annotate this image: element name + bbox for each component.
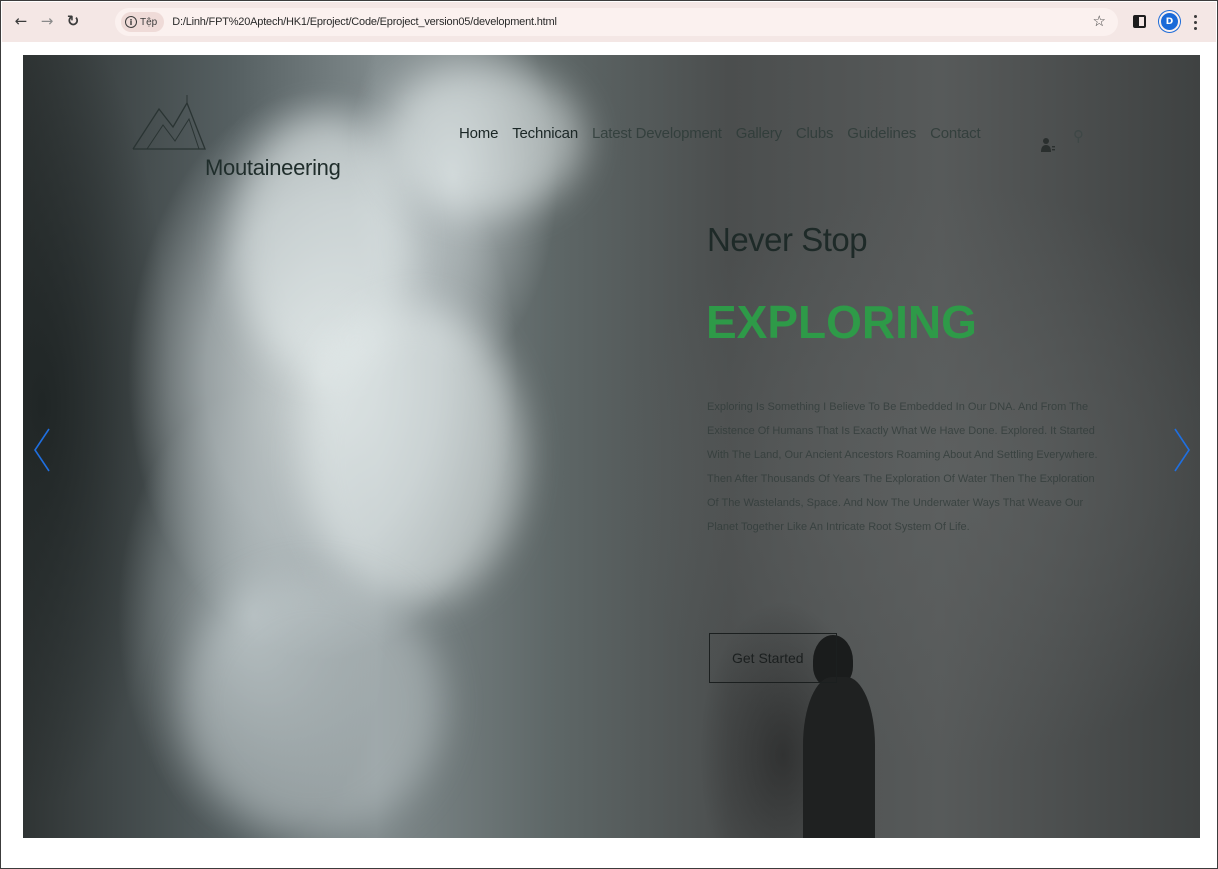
site-info-label: Tệp: [140, 16, 158, 28]
profile-avatar[interactable]: D: [1159, 11, 1180, 32]
slider-next-chevron-icon[interactable]: [1171, 427, 1193, 473]
get-started-button[interactable]: Get Started: [709, 633, 837, 683]
profile-initial: D: [1165, 16, 1174, 27]
browser-toolbar: ← → ↻ i Tệp D:/Linh/FPT%20Aptech/HK1/Epr…: [2, 2, 1216, 42]
search-icon[interactable]: ⚲: [1073, 127, 1084, 145]
nav-item-guidelines[interactable]: Guidelines: [847, 125, 916, 142]
forward-arrow-icon[interactable]: →: [36, 10, 58, 32]
mountain-logo-icon[interactable]: [129, 95, 209, 153]
user-icon[interactable]: [1040, 137, 1056, 153]
waterfall-mist: [183, 575, 443, 835]
nav-item-latest-development[interactable]: Latest Development: [592, 125, 722, 142]
main-navigation: Home Technican Latest Development Galler…: [459, 125, 981, 142]
hero-section: Moutaineering Home Technican Latest Deve…: [23, 55, 1200, 838]
nav-item-contact[interactable]: Contact: [930, 125, 980, 142]
hero-headline: Never Stop: [707, 221, 868, 258]
site-info-chip[interactable]: i Tệp: [121, 12, 165, 32]
menu-dots-icon[interactable]: [1187, 11, 1203, 33]
reload-icon[interactable]: ↻: [62, 10, 84, 32]
nav-item-gallery[interactable]: Gallery: [736, 125, 782, 142]
url-text[interactable]: D:/Linh/FPT%20Aptech/HK1/Eproject/Code/E…: [172, 16, 557, 28]
hero-subheadline: EXPLORING: [706, 296, 977, 348]
waterfall-mist: [303, 305, 523, 605]
nav-item-home[interactable]: Home: [459, 125, 498, 142]
browser-window: ← → ↻ i Tệp D:/Linh/FPT%20Aptech/HK1/Epr…: [0, 0, 1218, 869]
side-panel-icon[interactable]: [1133, 15, 1146, 28]
address-bar[interactable]: i Tệp D:/Linh/FPT%20Aptech/HK1/Eproject/…: [115, 8, 1118, 36]
back-arrow-icon[interactable]: ←: [10, 10, 32, 32]
slider-prev-chevron-icon[interactable]: [31, 427, 53, 473]
info-icon: i: [125, 16, 137, 28]
nav-item-technican[interactable]: Technican: [512, 125, 578, 142]
nav-item-clubs[interactable]: Clubs: [796, 125, 834, 142]
hero-body-text: Exploring Is Something I Believe To Be E…: [707, 401, 1098, 533]
hiker-figure-body: [803, 677, 875, 838]
bookmark-star-icon[interactable]: ☆: [1093, 12, 1106, 30]
brand-name[interactable]: Moutaineering: [205, 155, 341, 181]
